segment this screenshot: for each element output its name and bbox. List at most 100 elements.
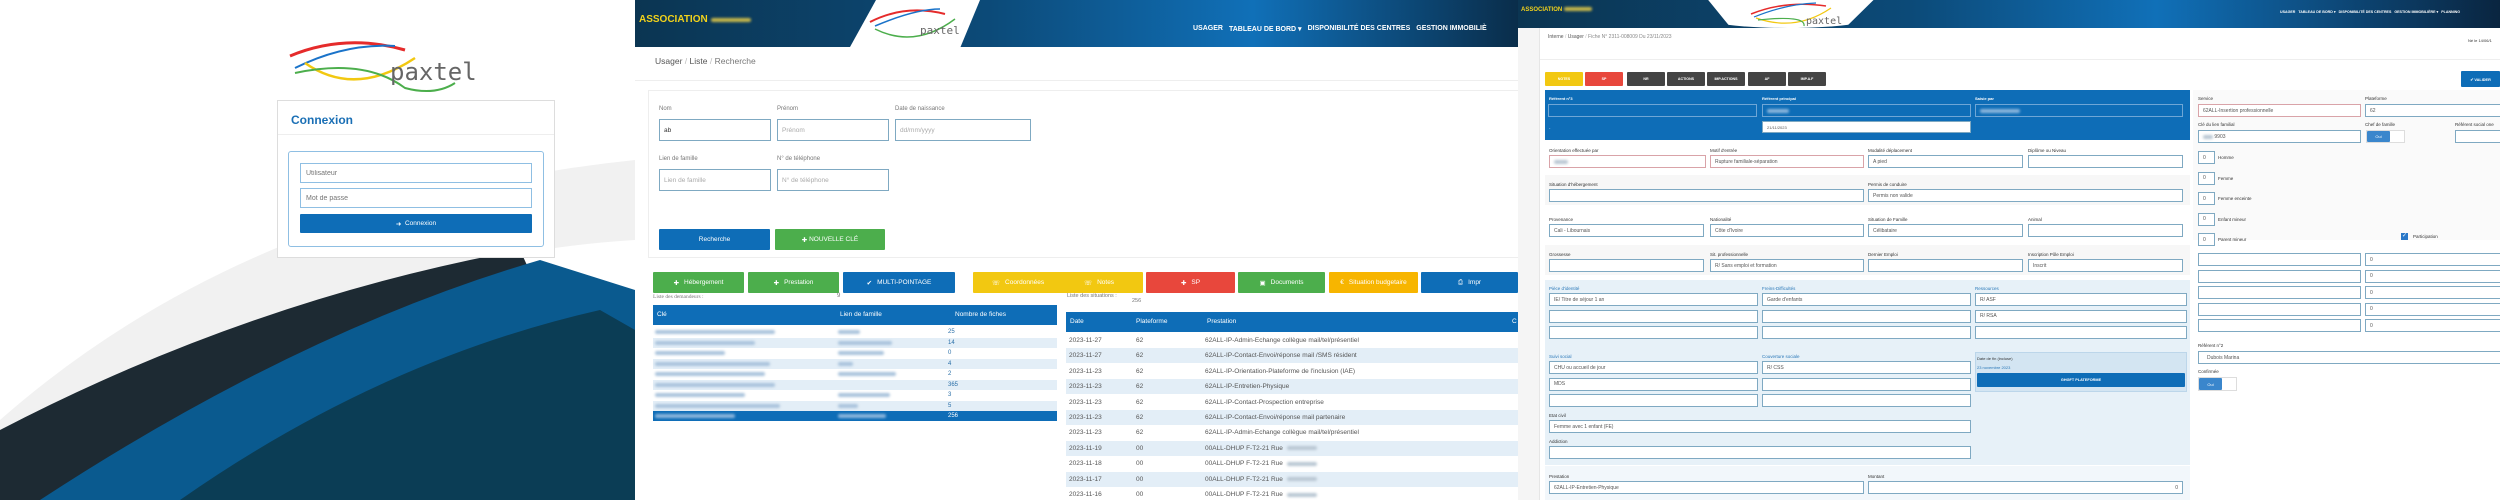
- tab-notes[interactable]: NOTES: [1545, 72, 1583, 86]
- sitfam-input[interactable]: Célibataire: [1868, 224, 2023, 237]
- nav-tableau-de-bord[interactable]: TABLEAU DE BORD ▾: [1229, 25, 1302, 33]
- table-row[interactable]: 5: [653, 400, 1057, 411]
- amount-value-input-2[interactable]: 0: [2365, 269, 2500, 283]
- table-row[interactable]: 2023-11-23 62 62ALL-IP-Orientation-Platefo…: [1066, 363, 1518, 379]
- col-plateforme[interactable]: Plateforme: [1136, 318, 1167, 325]
- table-row[interactable]: 2023-11-23 62 62ALL-IP-Admin-Echange collè…: [1066, 425, 1518, 441]
- referent-principal-input[interactable]: [1762, 104, 1971, 117]
- orient-input[interactable]: [1549, 155, 1706, 168]
- suivi-input-1[interactable]: CHU ou accueil de jour: [1549, 361, 1758, 374]
- tab-imp-actions[interactable]: IMP.ACTIONS: [1707, 72, 1745, 86]
- password-input[interactable]: [300, 188, 532, 208]
- addiction-input[interactable]: [1549, 446, 1971, 459]
- amount-label-input-2[interactable]: [2198, 269, 2361, 283]
- referent2-input[interactable]: Dubois Marina: [2198, 351, 2500, 364]
- ressources-input-1[interactable]: R/ ASF: [1975, 293, 2187, 306]
- table-row[interactable]: 2023-11-23 62 62ALL-IP-Entretien-Physique: [1066, 379, 1518, 395]
- amount-value-input-1[interactable]: 0: [2365, 253, 2500, 266]
- valider-button[interactable]: ✔ VALIDER: [2461, 71, 2500, 87]
- amount-label-input-4[interactable]: [2198, 302, 2361, 316]
- action-button-documents[interactable]: ▣ Documents: [1238, 272, 1325, 293]
- piece-input-2[interactable]: [1549, 309, 1758, 323]
- action-button-situation-budgetaire[interactable]: € Situation budgetaire: [1329, 272, 1418, 293]
- nom-input[interactable]: ab: [659, 119, 771, 141]
- etat-input[interactable]: Femme avec 1 enfant (FE): [1549, 420, 1971, 433]
- suivi-input-3[interactable]: [1549, 394, 1758, 407]
- recherche-button[interactable]: Recherche: [659, 229, 770, 250]
- piece-input-3[interactable]: [1549, 326, 1758, 339]
- table-row[interactable]: 2: [653, 369, 1057, 379]
- service-input[interactable]: 62ALL-Insertion professionnelle: [2198, 104, 2361, 117]
- col-date[interactable]: Date: [1070, 318, 1084, 325]
- count-parent-mineur-input[interactable]: 0: [2198, 233, 2215, 246]
- diplome-input[interactable]: [2028, 155, 2183, 168]
- telephone-input[interactable]: N° de téléphone: [777, 169, 889, 191]
- prenom-input[interactable]: Prénom: [777, 119, 889, 141]
- table-row[interactable]: 2023-11-27 62 62ALL-IP-Contact-Envoi/répon…: [1066, 348, 1518, 364]
- table-row[interactable]: 256: [653, 411, 1057, 421]
- action-button-h-bergement[interactable]: ✚ Hébergement: [653, 272, 744, 293]
- amount-value-input-4[interactable]: 0: [2365, 302, 2500, 316]
- breadcrumb-usager[interactable]: Usager: [1568, 34, 1584, 40]
- permis-input[interactable]: Permis non valide: [1868, 189, 2183, 202]
- pole-input[interactable]: Inscrit: [2028, 259, 2183, 272]
- ressources-input-3[interactable]: [1975, 326, 2187, 339]
- table-row[interactable]: 2023-11-27 62 62ALL-IP-Admin-Echange collè…: [1066, 333, 1518, 348]
- action-button-sp[interactable]: ✚ SP: [1146, 272, 1235, 293]
- nav-usager[interactable]: USAGER: [1193, 25, 1223, 33]
- table-row[interactable]: 2023-11-17 00 00ALL-DHUP F-T2-21 Rue: [1066, 471, 1518, 487]
- tab-actions[interactable]: ACTIONS: [1667, 72, 1705, 86]
- freins-input-2[interactable]: [1762, 309, 1971, 323]
- cle-lien-familial-input[interactable]: 9903: [2198, 130, 2361, 143]
- piece-input-1[interactable]: IE/ Titre de séjour 1 an: [1549, 293, 1758, 306]
- action-button-prestation[interactable]: ✚ Prestation: [748, 272, 839, 293]
- col-cle[interactable]: Clé: [657, 311, 667, 318]
- col-prestation[interactable]: Prestation: [1207, 318, 1236, 325]
- tab-af[interactable]: AF: [1748, 72, 1786, 86]
- freins-input-3[interactable]: [1762, 326, 1971, 339]
- amount-value-input-5[interactable]: 0: [2365, 319, 2500, 332]
- action-button-notes[interactable]: ☏ Notes: [1055, 272, 1143, 293]
- count-femme-input[interactable]: 0: [2198, 171, 2215, 185]
- heberg-input[interactable]: [1549, 189, 1864, 202]
- tab-nr[interactable]: NR: [1627, 72, 1665, 86]
- chef-famille-toggle[interactable]: Oui: [2366, 130, 2405, 143]
- tab-imp-a-f[interactable]: IMP.A.F: [1788, 72, 1826, 86]
- table-row[interactable]: 2023-11-23 62 62ALL-IP-Contact-Prospection…: [1066, 394, 1518, 410]
- referent-principal-date[interactable]: 21/11/2023: [1762, 121, 1971, 133]
- count-enfant-mineur-input[interactable]: 0: [2198, 212, 2215, 226]
- confirmee-toggle[interactable]: Oui: [2198, 377, 2237, 391]
- amount-label-input-3[interactable]: [2198, 286, 2361, 299]
- table-row[interactable]: 0: [653, 348, 1057, 358]
- nat-input[interactable]: Côte d'Ivoire: [1710, 224, 1864, 237]
- col-lien[interactable]: Lien de famille: [840, 311, 882, 318]
- table-row[interactable]: 365: [653, 379, 1057, 390]
- breadcrumb-usager[interactable]: Usager: [655, 56, 682, 66]
- table-row[interactable]: 14: [653, 337, 1057, 348]
- prov-input[interactable]: Cali - Libournais: [1549, 224, 1704, 237]
- amount-label-input-5[interactable]: [2198, 319, 2361, 332]
- nav-disponibilite[interactable]: DISPONIBILITÉ DES CENTRES: [1308, 25, 1411, 33]
- montant-input[interactable]: 0: [1868, 481, 2183, 494]
- dernier-input[interactable]: [1868, 259, 2023, 272]
- count-femme-enceinte-input[interactable]: 0: [2198, 192, 2215, 205]
- participation-checkbox[interactable]: ✓: [2401, 233, 2408, 240]
- ressources-input-2[interactable]: R/ RSA: [1975, 309, 2187, 323]
- table-row[interactable]: 2023-11-16 00 00ALL-DHUP F-T2-21 Rue: [1066, 487, 1518, 500]
- lien-famille-input[interactable]: Lien de famille: [659, 169, 771, 191]
- modal-input[interactable]: A pied: [1868, 155, 2023, 168]
- plateforme-input[interactable]: 62: [2365, 104, 2500, 117]
- table-row[interactable]: 2023-11-23 62 62ALL-IP-Contact-Envoi/répon…: [1066, 410, 1518, 425]
- saisie-par-input[interactable]: [1975, 104, 2183, 117]
- freins-input-1[interactable]: Garde d'enfants: [1762, 293, 1971, 306]
- prestation-input[interactable]: 62ALL-IP-Entretien-Physique: [1549, 481, 1864, 494]
- main-nav[interactable]: USAGER TABLEAU DE BORD ▾ DISPONIBILITÉ D…: [2280, 10, 2460, 14]
- suivi-input-2[interactable]: MDS: [1549, 377, 1758, 391]
- nouvelle-cle-button[interactable]: ✚ NOUVELLE CLÉ: [775, 229, 885, 250]
- tab-sp[interactable]: SP: [1585, 72, 1623, 86]
- breadcrumb-liste[interactable]: Liste: [690, 56, 708, 66]
- username-input[interactable]: [300, 163, 532, 183]
- animal-input[interactable]: [2028, 224, 2183, 237]
- couverture-input-3[interactable]: [1762, 394, 1971, 407]
- col-extra[interactable]: C: [1512, 318, 1517, 325]
